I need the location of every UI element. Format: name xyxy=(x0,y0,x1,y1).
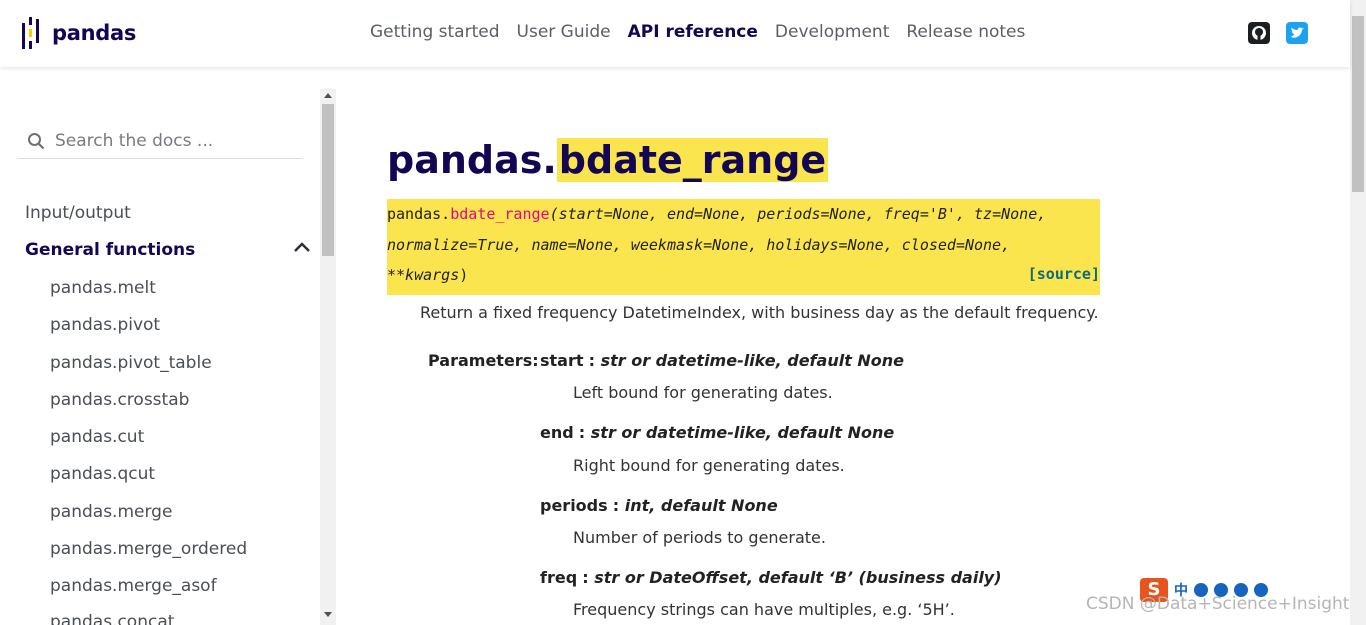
param-periods-name: periods : int, default None xyxy=(540,496,778,515)
nav-user-guide[interactable]: User Guide xyxy=(517,22,611,42)
sidebar-scrollbar-thumb[interactable] xyxy=(322,104,334,256)
sidebar-subitem-pivot[interactable]: pandas.pivot xyxy=(50,315,160,335)
signature-line-1: pandas.bdate_range(start=None, end=None,… xyxy=(387,205,1046,223)
param-periods-desc: Number of periods to generate. xyxy=(573,528,826,547)
param-start-name: start : str or datetime-like, default No… xyxy=(540,351,905,370)
sidebar-item-input-output[interactable]: Input/output xyxy=(25,203,131,223)
sidebar-subitem-merge-asof[interactable]: pandas.merge_asof xyxy=(50,576,217,596)
sidebar-subitem-melt[interactable]: pandas.melt xyxy=(50,278,156,298)
sidebar-subitem-concat[interactable]: pandas.concat xyxy=(50,612,174,625)
nav-api-reference[interactable]: API reference xyxy=(628,22,758,42)
sidebar-subitem-qcut[interactable]: pandas.qcut xyxy=(50,464,155,484)
sidebar-subitem-pivot-table[interactable]: pandas.pivot_table xyxy=(50,353,212,373)
signature-params-1: (start=None, end=None, periods=None, fre… xyxy=(549,205,1047,223)
scroll-down-icon[interactable] xyxy=(324,612,332,617)
signature-line-3: **kwargs) xyxy=(387,266,468,284)
top-navbar: pandas Getting started User Guide API re… xyxy=(0,0,1350,67)
param-end-name: end : str or datetime-like, default None xyxy=(540,423,895,442)
page-title: pandas.bdate_range xyxy=(387,134,829,186)
source-link[interactable]: [source] xyxy=(1028,265,1100,283)
chevron-up-icon[interactable] xyxy=(293,241,311,253)
search-input[interactable] xyxy=(55,130,295,151)
search-icon xyxy=(27,132,45,150)
param-start-desc: Left bound for generating dates. xyxy=(573,383,833,402)
github-icon[interactable] xyxy=(1248,22,1270,44)
sidebar-subitem-cut[interactable]: pandas.cut xyxy=(50,427,144,447)
nav-development[interactable]: Development xyxy=(775,22,889,42)
title-prefix: pandas. xyxy=(387,138,557,182)
twitter-icon[interactable] xyxy=(1286,22,1308,44)
sidebar-subitem-merge[interactable]: pandas.merge xyxy=(50,502,172,522)
param-freq-desc: Frequency strings can have multiples, e.… xyxy=(573,600,955,619)
sidebar-item-general-functions[interactable]: General functions xyxy=(25,240,195,260)
parameters-label: Parameters: xyxy=(428,351,539,370)
signature-module: pandas. xyxy=(387,205,451,223)
signature-close-paren: ) xyxy=(459,266,469,284)
function-description: Return a fixed frequency DatetimeIndex, … xyxy=(420,303,1099,322)
sidebar-subitem-merge-ordered[interactable]: pandas.merge_ordered xyxy=(50,539,247,559)
search-box[interactable] xyxy=(17,123,303,159)
nav-release-notes[interactable]: Release notes xyxy=(906,22,1025,42)
pandas-logo-icon xyxy=(22,17,44,49)
signature-line-2: normalize=True, name=None, weekmask=None… xyxy=(387,236,1011,254)
pandas-logo[interactable]: pandas xyxy=(22,17,136,49)
scroll-up-icon[interactable] xyxy=(324,93,332,98)
watermark: CSDN @Data+Science+Insight xyxy=(1086,594,1350,614)
window-scrollbar-thumb[interactable] xyxy=(1352,16,1364,192)
main-nav: Getting started User Guide API reference… xyxy=(370,22,1042,42)
title-name: bdate_range xyxy=(556,138,829,182)
param-freq-name: freq : str or DateOffset, default ‘B’ (b… xyxy=(540,568,1002,587)
nav-getting-started[interactable]: Getting started xyxy=(370,22,500,42)
brand-name: pandas xyxy=(52,21,137,45)
function-signature: pandas.bdate_range(start=None, end=None,… xyxy=(387,199,1100,295)
param-end-desc: Right bound for generating dates. xyxy=(573,456,845,475)
signature-name: bdate_range xyxy=(450,205,550,223)
sidebar: Input/output General functions pandas.me… xyxy=(0,67,320,625)
sidebar-subitem-crosstab[interactable]: pandas.crosstab xyxy=(50,390,189,410)
signature-params-3: **kwargs xyxy=(387,266,460,284)
